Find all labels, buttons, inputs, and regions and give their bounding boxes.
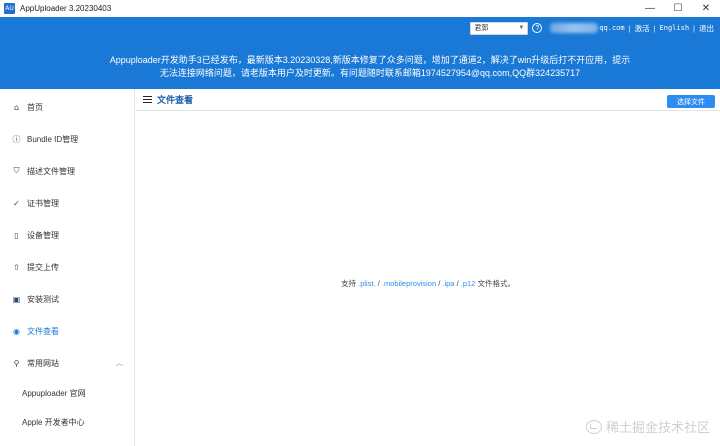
sidebar-item-label: 设备管理 — [27, 230, 59, 240]
location-icon: ⚲ — [13, 358, 20, 368]
sidebar-item-certificates[interactable]: ✓ 证书管理 — [0, 191, 135, 215]
format-p12: .p12 — [460, 279, 476, 288]
info-icon: ⓘ — [12, 134, 21, 144]
choose-file-button[interactable]: 选择文件 — [667, 95, 715, 108]
supported-formats-text: 支持 .plist. / .mobileprovision / .ipa / .… — [136, 278, 720, 289]
close-button[interactable]: ✕ — [692, 0, 720, 17]
divider: | — [628, 23, 631, 33]
sidebar-item-profiles[interactable]: ⛉ 描述文件管理 — [0, 159, 135, 183]
sidebar-item-label: 文件查看 — [27, 326, 59, 336]
window-titlebar: AU AppUploader 3.20230403 — ☐ ✕ — [0, 0, 720, 17]
format-plist: .plist. — [358, 279, 376, 288]
content-header: 文件查看 选择文件 — [136, 89, 720, 111]
main-content: 文件查看 选择文件 支持 .plist. / .mobileprovision … — [136, 89, 720, 446]
window-title: AppUploader 3.20230403 — [20, 4, 112, 13]
sidebar-subitem-apple-developer[interactable]: Apple 开发者中心 — [0, 411, 135, 433]
sidebar-item-devices[interactable]: ▯ 设备管理 — [0, 223, 135, 247]
support-suffix: 文件格式。 — [477, 279, 515, 288]
sidebar-item-home[interactable]: ⌂ 首页 — [0, 95, 135, 119]
sidebar-item-label: 安装测试 — [27, 294, 59, 304]
sidebar-item-file-viewer[interactable]: ◉ 文件查看 — [0, 319, 135, 343]
chevron-up-icon[interactable]: ︿ — [116, 358, 123, 368]
profile-icon: ⛉ — [13, 166, 20, 175]
language-link[interactable]: English — [660, 24, 690, 32]
device-icon: ▯ — [14, 230, 19, 240]
sidebar-item-common-sites[interactable]: ⚲ 常用网站 ︿ — [0, 351, 135, 375]
install-icon: ▣ — [12, 294, 21, 304]
minimize-button[interactable]: — — [636, 0, 664, 17]
sidebar-item-bundle-id[interactable]: ⓘ Bundle ID管理 — [0, 127, 135, 151]
app-icon: AU — [4, 3, 15, 14]
watermark: 稀土掘金技术社区 — [585, 417, 710, 436]
account-email-suffix: qq.com — [599, 24, 625, 32]
window-controls: — ☐ ✕ — [636, 0, 720, 17]
region-select[interactable]: 君郭 ▼ — [470, 21, 529, 35]
sidebar-item-label: 证书管理 — [27, 198, 59, 208]
certificate-icon: ✓ — [13, 198, 20, 208]
chevron-down-icon: ▼ — [518, 25, 525, 31]
help-icon[interactable]: ? — [532, 23, 543, 33]
juejin-logo-icon — [585, 419, 602, 434]
watermark-text: 稀土掘金技术社区 — [605, 420, 710, 435]
eye-icon: ◉ — [13, 326, 20, 336]
sidebar-item-label: 提交上传 — [27, 262, 59, 272]
logout-link[interactable]: 退出 — [699, 23, 714, 34]
format-mobileprovision: .mobileprovision — [381, 279, 437, 288]
format-ipa: .ipa — [442, 279, 455, 288]
header-controls: 君郭 ▼ ? qq.com | 激活 | English | 退出 — [470, 20, 714, 36]
page-title: 文件查看 — [157, 95, 194, 105]
support-prefix: 支持 — [341, 279, 357, 288]
divider: | — [653, 23, 656, 33]
sidebar-item-label: 描述文件管理 — [27, 166, 75, 176]
upload-icon: ⇧ — [13, 262, 20, 272]
account-email-blurred — [550, 23, 599, 33]
sidebar-item-label: 常用网站 — [27, 358, 59, 368]
sidebar-item-label: 首页 — [27, 102, 43, 112]
sidebar-item-upload[interactable]: ⇧ 提交上传 — [0, 255, 135, 279]
maximize-button[interactable]: ☐ — [664, 0, 692, 17]
app-header: 君郭 ▼ ? qq.com | 激活 | English | 退出 Appupl… — [0, 17, 720, 89]
activate-link[interactable]: 激活 — [635, 23, 650, 34]
sidebar-item-install-test[interactable]: ▣ 安装测试 — [0, 287, 135, 311]
sidebar: ⌂ 首页 ⓘ Bundle ID管理 ⛉ 描述文件管理 ✓ 证书管理 ▯ 设备管… — [0, 89, 135, 446]
divider: | — [693, 23, 695, 33]
region-select-value: 君郭 — [474, 25, 489, 32]
menu-icon[interactable] — [143, 95, 152, 104]
announcement-line-2: 无法连接网络问题，请老版本用户及时更新。有问题随时联系邮箱1974527954@… — [159, 67, 581, 78]
sidebar-subitem-appuploader-site[interactable]: Appuploader 官网 — [0, 382, 135, 404]
sidebar-item-label: Bundle ID管理 — [27, 134, 79, 144]
home-icon: ⌂ — [13, 102, 20, 112]
announcement: Appuploader开发助手3已经发布，最新版本3.20230328,新版本修… — [90, 54, 650, 79]
announcement-line-1: Appuploader开发助手3已经发布，最新版本3.20230328,新版本修… — [109, 55, 631, 65]
